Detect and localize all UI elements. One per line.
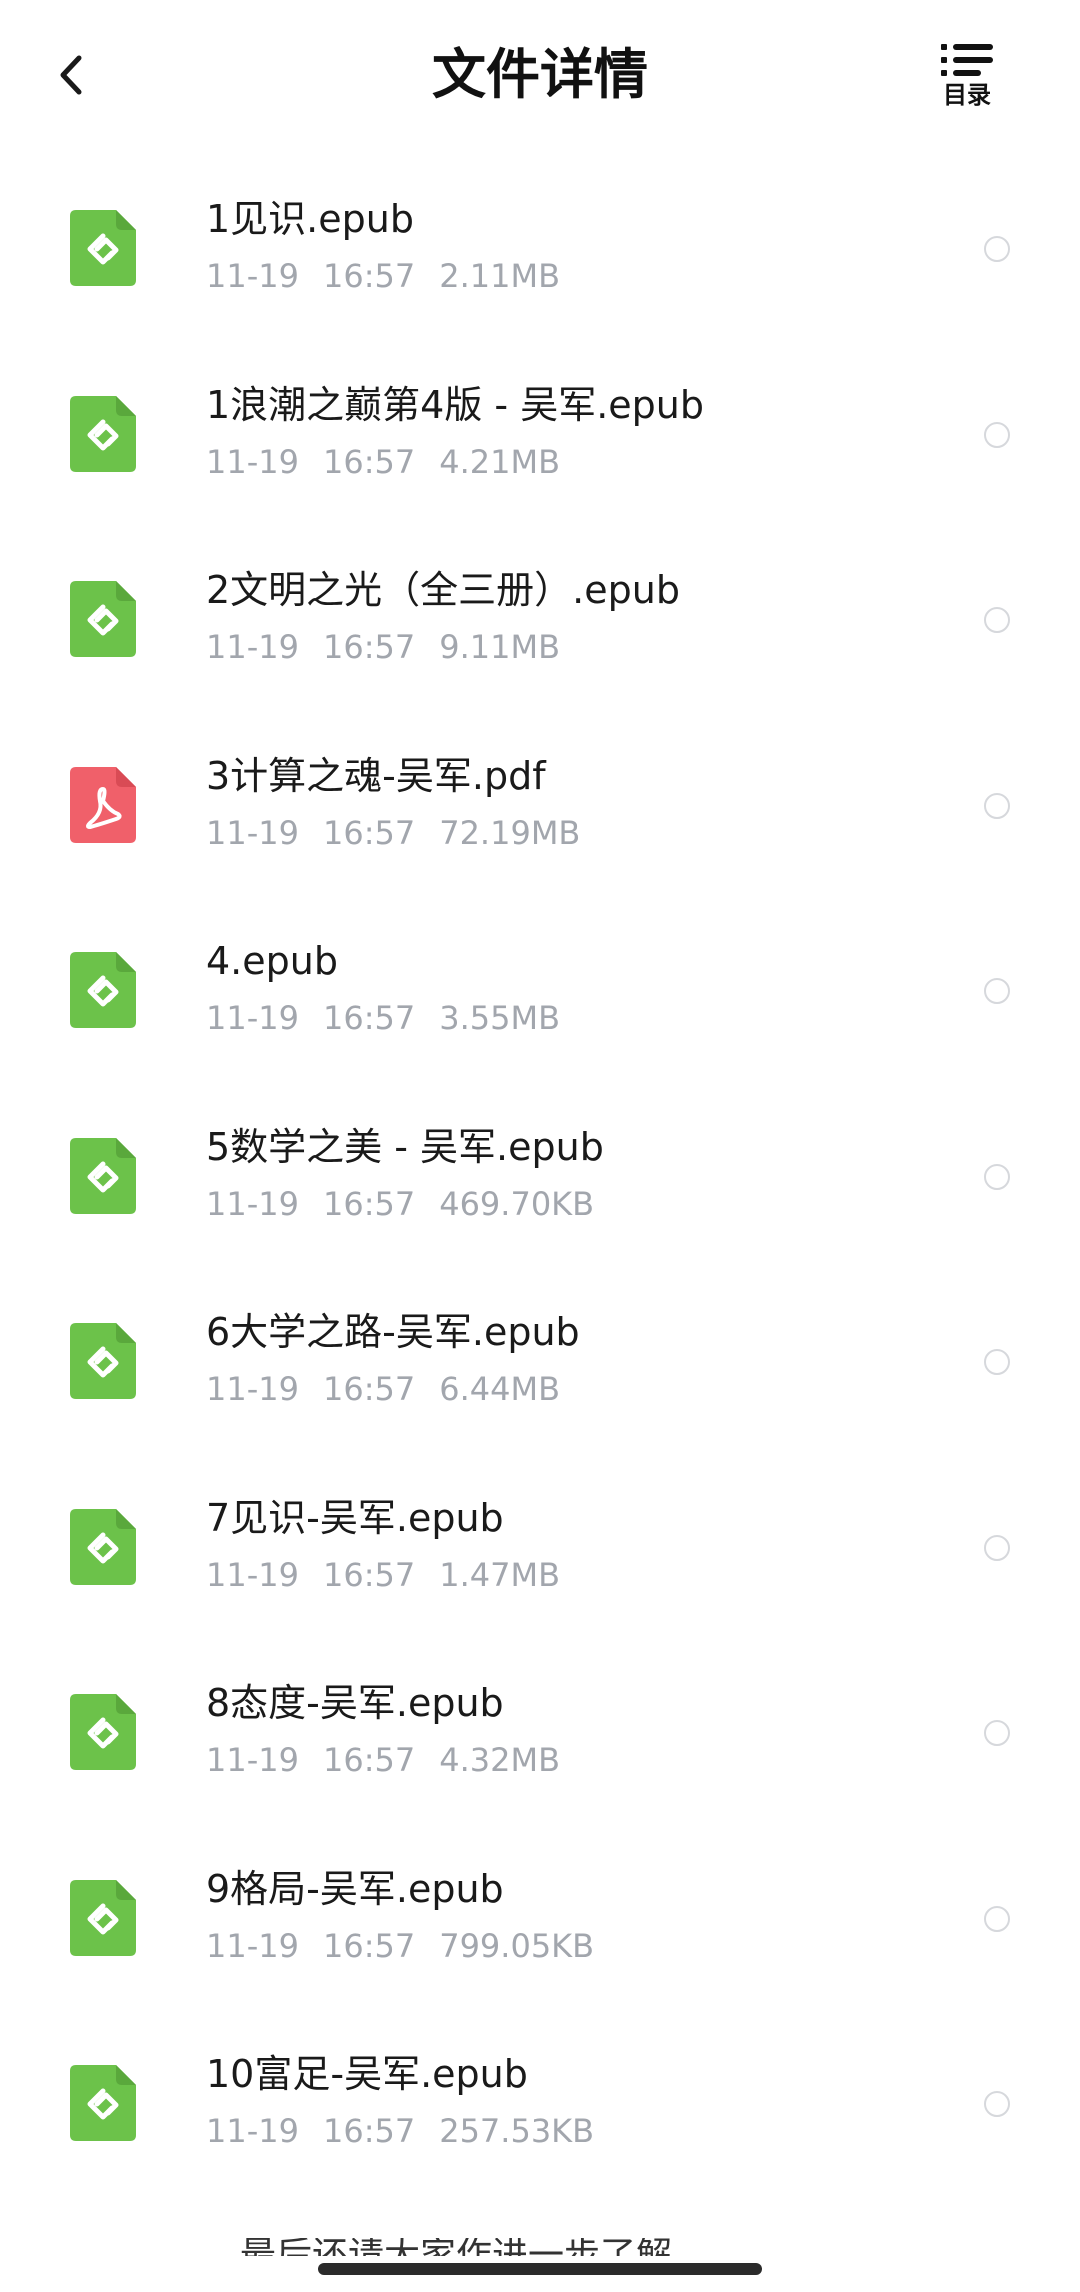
- epub-file-icon: [70, 1879, 136, 1956]
- file-time: 16:57: [322, 999, 416, 1037]
- file-date: 11-19: [206, 1370, 299, 1408]
- file-time: 16:57: [322, 257, 416, 295]
- file-list-item[interactable]: 10富足-吴军.epub 11-19 16:57 257.53KB: [0, 2005, 1080, 2191]
- select-radio[interactable]: [984, 607, 1010, 633]
- file-name: 6大学之路-吴军.epub: [206, 1310, 580, 1354]
- page-title: 文件详情: [432, 43, 648, 106]
- file-meta: 11-19 16:57 1.47MB: [206, 1555, 584, 1595]
- file-date: 11-19: [206, 442, 299, 481]
- epub-file-icon: [70, 2065, 136, 2141]
- file-size: 6.44MB: [439, 1370, 561, 1408]
- file-date: 11-19: [206, 2112, 299, 2150]
- file-time: 16:57: [322, 628, 416, 666]
- file-name: 1见识.epub: [206, 197, 414, 241]
- file-list-item[interactable]: 6大学之路-吴军.epub 11-19 16:57 6.44MB: [0, 1263, 1080, 1449]
- file-meta: 11-19 16:57 72.19MB: [206, 813, 604, 853]
- file-name: 8态度-吴军.epub: [206, 1681, 504, 1725]
- file-size: 1.47MB: [439, 1555, 561, 1594]
- file-size: 3.55MB: [439, 999, 561, 1037]
- epub-file-icon: [70, 210, 136, 286]
- select-radio[interactable]: [984, 1349, 1010, 1375]
- file-size: 469.70KB: [439, 1184, 595, 1223]
- file-meta: 11-19 16:57 257.53KB: [206, 2111, 618, 2151]
- epub-file-icon: [70, 1694, 136, 1770]
- select-radio[interactable]: [984, 1163, 1010, 1190]
- toc-label: 目录: [943, 81, 991, 109]
- file-name: 7见识-吴军.epub: [206, 1495, 504, 1540]
- file-size: 72.19MB: [439, 813, 581, 852]
- select-radio[interactable]: [984, 792, 1010, 819]
- file-meta: 11-19 16:57 469.70KB: [206, 1184, 618, 1224]
- file-list-item[interactable]: 7见识-吴军.epub 11-19 16:57 1.47MB: [0, 1449, 1080, 1635]
- file-list-item[interactable]: 1见识.epub 11-19 16:57 2.11MB: [0, 150, 1080, 336]
- select-radio[interactable]: [984, 1534, 1010, 1561]
- file-size: 4.32MB: [439, 1741, 561, 1779]
- file-time: 16:57: [322, 442, 416, 481]
- file-date: 11-19: [206, 813, 299, 852]
- pdf-file-icon: [70, 766, 136, 843]
- file-meta: 11-19 16:57 4.32MB: [206, 1740, 584, 1780]
- file-name: 9格局-吴军.epub: [206, 1866, 504, 1911]
- file-name: 10富足-吴军.epub: [206, 2052, 528, 2096]
- header: 文件详情 目录: [0, 0, 1080, 150]
- file-list-item[interactable]: 3计算之魂-吴军.pdf 11-19 16:57 72.19MB: [0, 707, 1080, 893]
- file-meta: 11-19 16:57 3.55MB: [206, 998, 584, 1038]
- file-date: 11-19: [206, 628, 299, 666]
- file-name: 3计算之魂-吴军.pdf: [206, 753, 546, 798]
- file-name: 5数学之美 - 吴军.epub: [206, 1124, 604, 1169]
- select-radio[interactable]: [984, 236, 1010, 262]
- file-list-item[interactable]: 4.epub 11-19 16:57 3.55MB: [0, 892, 1080, 1078]
- file-list-item[interactable]: 1浪潮之巅第4版 - 吴军.epub 11-19 16:57 4.21MB: [0, 336, 1080, 522]
- epub-file-icon: [70, 1508, 136, 1585]
- file-date: 11-19: [206, 1741, 299, 1779]
- file-list-item[interactable]: 2文明之光（全三册）.epub 11-19 16:57 9.11MB: [0, 521, 1080, 707]
- select-radio[interactable]: [984, 1905, 1010, 1932]
- home-indicator[interactable]: [318, 2263, 762, 2275]
- file-time: 16:57: [322, 2112, 416, 2150]
- file-size: 257.53KB: [439, 2112, 595, 2150]
- epub-file-icon: [70, 581, 136, 657]
- file-time: 16:57: [322, 1926, 416, 1965]
- file-meta: 11-19 16:57 9.11MB: [206, 627, 584, 667]
- file-list: 1见识.epub 11-19 16:57 2.11MB 1浪潮之巅第4版 - 吴军.…: [0, 150, 1080, 2191]
- file-details-screen: 文件详情 目录 1见识.epub 11-19 16:57 2.11MB 1浪潮之…: [0, 0, 1080, 2292]
- toc-button[interactable]: 目录: [922, 40, 1012, 120]
- file-time: 16:57: [322, 1555, 416, 1594]
- epub-file-icon: [70, 395, 136, 472]
- list-icon: [941, 44, 993, 76]
- file-list-item[interactable]: 8态度-吴军.epub 11-19 16:57 4.32MB: [0, 1634, 1080, 1820]
- epub-file-icon: [70, 1137, 136, 1214]
- select-radio[interactable]: [984, 421, 1010, 448]
- file-time: 16:57: [322, 1184, 416, 1223]
- file-time: 16:57: [322, 1741, 416, 1779]
- file-time: 16:57: [322, 1370, 416, 1408]
- file-list-item[interactable]: 5数学之美 - 吴军.epub 11-19 16:57 469.70KB: [0, 1078, 1080, 1264]
- file-meta: 11-19 16:57 4.21MB: [206, 442, 584, 482]
- file-date: 11-19: [206, 999, 299, 1037]
- partial-footer-text: 最后还请大家作进一步了解: [240, 2238, 840, 2256]
- epub-file-icon: [70, 952, 136, 1028]
- file-meta: 11-19 16:57 2.11MB: [206, 256, 584, 296]
- file-name: 1浪潮之巅第4版 - 吴军.epub: [206, 382, 705, 427]
- file-size: 9.11MB: [439, 628, 561, 666]
- file-meta: 11-19 16:57 799.05KB: [206, 1926, 618, 1966]
- select-radio[interactable]: [984, 2091, 1010, 2117]
- file-name: 4.epub: [206, 939, 338, 983]
- file-list-item[interactable]: 9格局-吴军.epub 11-19 16:57 799.05KB: [0, 1820, 1080, 2006]
- file-size: 2.11MB: [439, 257, 561, 295]
- file-size: 799.05KB: [439, 1926, 595, 1965]
- file-date: 11-19: [206, 1555, 299, 1594]
- file-date: 11-19: [206, 257, 299, 295]
- file-date: 11-19: [206, 1184, 299, 1223]
- select-radio[interactable]: [984, 1720, 1010, 1746]
- file-name: 2文明之光（全三册）.epub: [206, 568, 680, 612]
- file-size: 4.21MB: [439, 442, 561, 481]
- select-radio[interactable]: [984, 978, 1010, 1004]
- file-meta: 11-19 16:57 6.44MB: [206, 1369, 584, 1409]
- file-time: 16:57: [322, 813, 416, 852]
- file-date: 11-19: [206, 1926, 299, 1965]
- epub-file-icon: [70, 1323, 136, 1399]
